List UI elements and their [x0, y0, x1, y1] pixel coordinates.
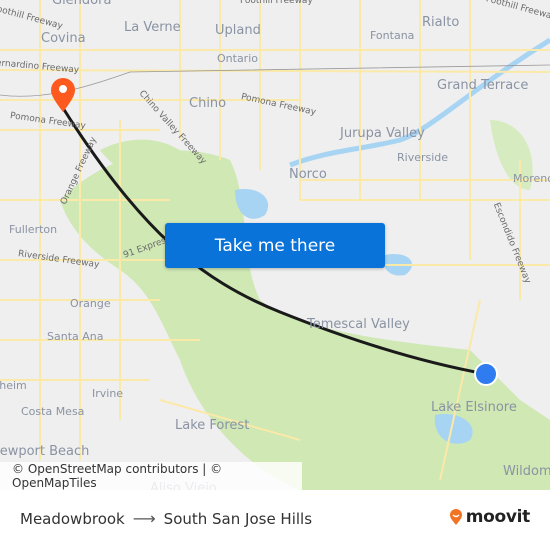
city-label: Chino: [189, 96, 227, 111]
city-label: La Verne: [124, 20, 181, 35]
road-label: Foothill Freeway: [240, 0, 313, 6]
city-label: Jurupa Valley: [340, 126, 425, 141]
city-label: Glendora: [52, 0, 112, 8]
city-label: Lake Forest: [175, 418, 250, 433]
route-summary: Meadowbrook ⟶ South San Jose Hills: [20, 509, 312, 528]
city-label: Fullerton: [9, 223, 58, 236]
brand-name: moovit: [465, 507, 531, 527]
moovit-logo[interactable]: moovit: [449, 507, 530, 527]
city-label: Wildomar: [503, 464, 550, 479]
city-label: Lake Elsinore: [431, 400, 517, 415]
city-label: Moreno: [513, 172, 550, 185]
city-label: Rialto: [422, 15, 460, 30]
city-label: Grand Terrace: [437, 78, 529, 93]
city-label: Ontario: [217, 52, 258, 65]
destination-marker: [51, 78, 75, 112]
city-label: Irvine: [92, 387, 124, 400]
origin-marker: [474, 362, 498, 386]
moovit-pin-icon: [449, 509, 462, 525]
city-label: Newport Beach: [0, 444, 90, 459]
map-attribution: © OpenStreetMap contributors | © OpenMap…: [0, 462, 302, 490]
city-label: Covina: [41, 31, 86, 46]
city-label: Temescal Valley: [307, 317, 410, 332]
footer: Meadowbrook ⟶ South San Jose Hills moovi…: [0, 490, 550, 550]
city-label: Riverside: [397, 151, 449, 164]
city-label: Norco: [289, 167, 327, 182]
city-label: Costa Mesa: [21, 405, 85, 418]
destination-name: South San Jose Hills: [163, 509, 313, 528]
origin-name: Meadowbrook: [20, 509, 125, 528]
city-label: Orange: [70, 297, 111, 310]
arrow-right-icon: ⟶: [132, 509, 156, 528]
take-me-there-button[interactable]: Take me there: [165, 223, 385, 268]
city-label: Fontana: [370, 29, 415, 42]
city-label: Anaheim: [0, 379, 27, 392]
city-label: Santa Ana: [47, 330, 104, 343]
city-label: Upland: [215, 23, 261, 38]
